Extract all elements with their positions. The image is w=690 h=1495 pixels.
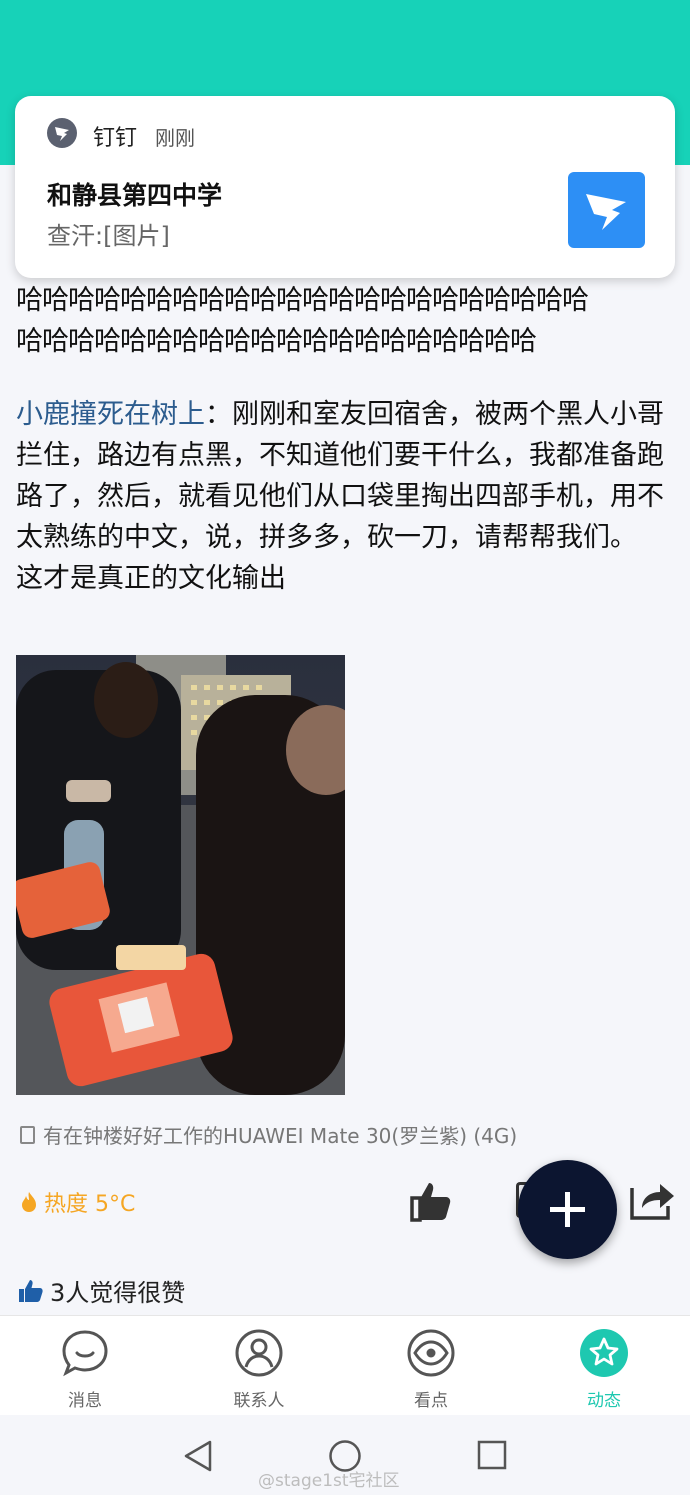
bottom-nav: 消息 联系人 看点 动态 (0, 1315, 690, 1416)
thumb-up-icon (19, 1279, 43, 1302)
likes-text: 3人觉得很赞 (50, 1279, 186, 1307)
notification-banner[interactable]: 钉钉 刚刚 和静县第四中学 查汗:[图片] (15, 96, 675, 278)
nav-label-moments: 动态 (587, 1391, 621, 1411)
nav-item-contacts[interactable]: 联系人 (199, 1328, 319, 1411)
heat-text: 热度 5°C (44, 1192, 136, 1217)
dingtalk-app-icon (47, 118, 77, 148)
person-icon (235, 1329, 283, 1377)
post-author-link[interactable]: 小鹿撞死在树上 (16, 399, 205, 430)
post-ha-line-2: 哈哈哈哈哈哈哈哈哈哈哈哈哈哈哈哈哈哈哈哈 (16, 326, 537, 357)
post-text-closing: 这才是真正的文化输出 (16, 563, 286, 594)
nav-label-contacts: 联系人 (233, 1391, 285, 1411)
flame-icon (22, 1192, 36, 1212)
nav-item-moments[interactable]: 动态 (544, 1328, 664, 1411)
nav-item-messages[interactable]: 消息 (25, 1328, 145, 1411)
nav-label-feeds: 看点 (414, 1391, 448, 1411)
post-ha-line-1: 哈哈哈哈哈哈哈哈哈哈哈哈哈哈哈哈哈哈哈哈哈哈 (16, 285, 589, 316)
back-triangle-icon[interactable] (182, 1439, 214, 1473)
device-source-text: 有在钟楼好好工作的HUAWEI Mate 30(罗兰紫) (4G) (43, 1124, 518, 1148)
nav-item-feeds[interactable]: 看点 (371, 1328, 491, 1411)
recents-square-icon[interactable] (477, 1440, 507, 1470)
post-photo[interactable] (16, 655, 345, 1095)
eye-icon (407, 1329, 455, 1377)
add-post-button[interactable] (518, 1160, 617, 1259)
nav-label-messages: 消息 (68, 1391, 102, 1411)
notification-app-name: 钉钉 (93, 126, 138, 151)
post-ha-text: 哈哈哈哈哈哈哈哈哈哈哈哈哈哈哈哈哈哈哈哈哈哈 哈哈哈哈哈哈哈哈哈哈哈哈哈哈哈哈哈… (16, 280, 676, 362)
post-body: 小鹿撞死在树上：刚刚和室友回宿舍，被两个黑人小哥拦住，路边有点黑，不知道他们要干… (16, 394, 676, 599)
phone-icon (20, 1125, 35, 1144)
notification-title: 和静县第四中学 (47, 181, 223, 210)
dingtalk-logo-icon (568, 172, 645, 248)
likes-summary[interactable]: 3人觉得很赞 (18, 1273, 185, 1308)
chat-bubble-icon (62, 1330, 108, 1377)
heat-indicator: 热度 5°C (20, 1186, 135, 1218)
like-button[interactable] (408, 1178, 454, 1224)
notification-time: 刚刚 (155, 126, 195, 150)
plus-icon (550, 1192, 585, 1227)
watermark: @stage1st宅社区 (258, 1471, 400, 1491)
post-author-separator: ： (205, 399, 232, 430)
share-button[interactable] (628, 1178, 676, 1222)
notification-body: 查汗:[图片] (47, 222, 170, 250)
star-icon (580, 1329, 628, 1377)
device-source: 有在钟楼好好工作的HUAWEI Mate 30(罗兰紫) (4G) (20, 1120, 517, 1149)
